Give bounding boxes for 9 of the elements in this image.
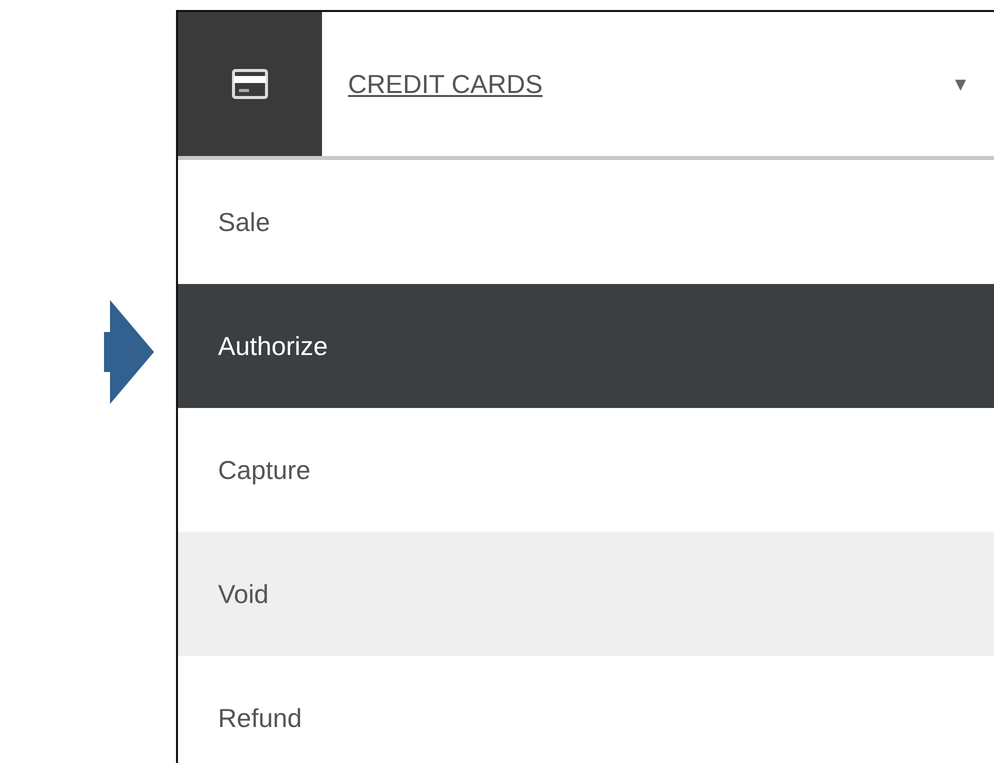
category-dropdown[interactable]: CREDIT CARDS [322,68,543,100]
menu-item[interactable]: Sale [178,160,994,284]
dropdown-caret-icon[interactable]: ▾ [955,71,966,97]
menu-item[interactable]: Void [178,532,994,656]
credit-card-icon [232,69,268,99]
menu-item[interactable]: Capture [178,408,994,532]
pointer-arrow-icon [104,300,154,404]
menu-item[interactable]: Authorize [178,284,994,408]
menu-item[interactable]: Refund [178,656,994,763]
